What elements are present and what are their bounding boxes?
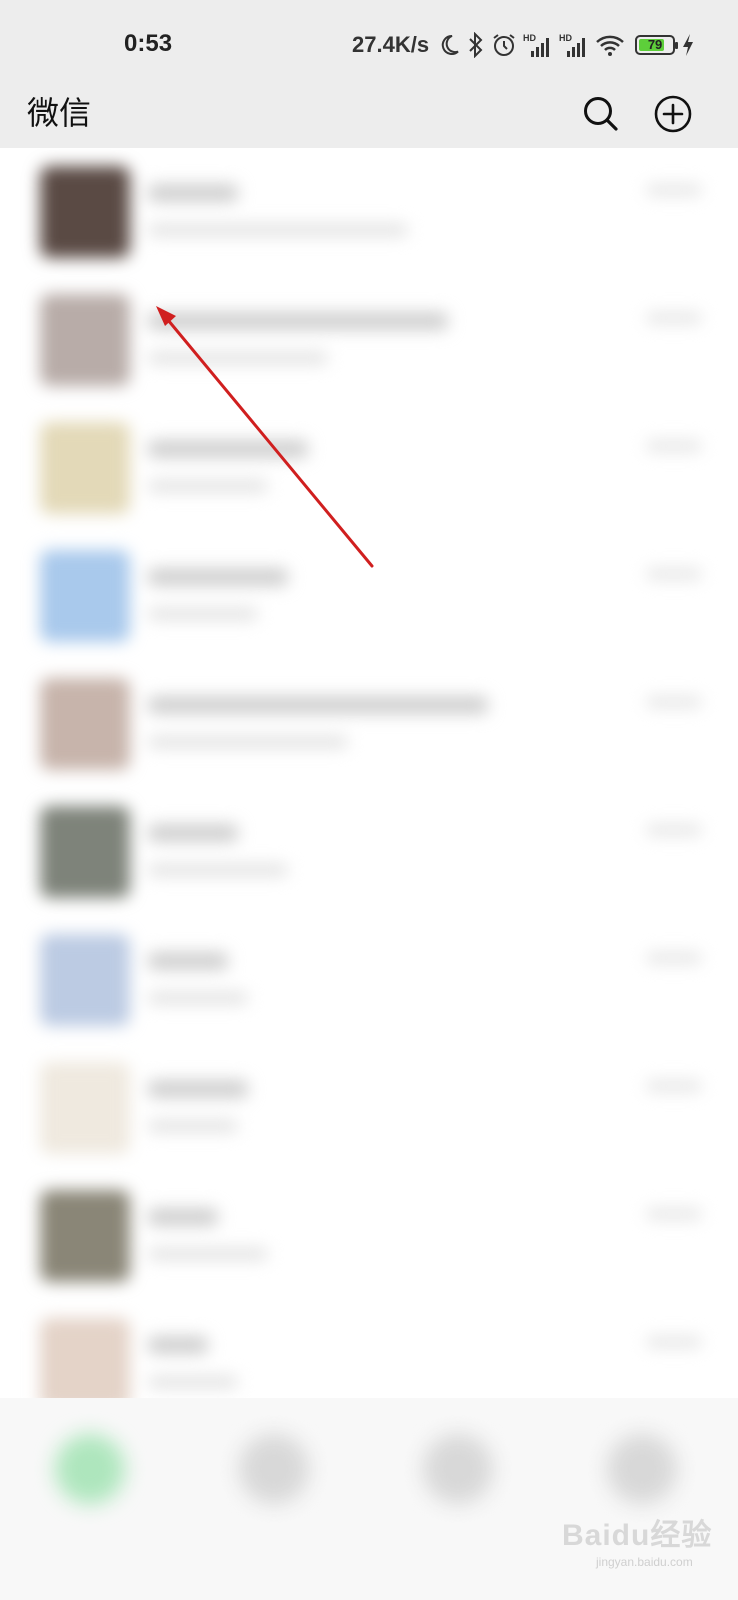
- hd-signal-icon: HD: [559, 32, 589, 58]
- tab-chats[interactable]: [55, 1434, 125, 1504]
- chat-row[interactable]: [0, 1044, 738, 1172]
- chat-avatar: [40, 550, 130, 642]
- tab-discover[interactable]: [423, 1434, 493, 1504]
- chat-avatar: [40, 806, 130, 898]
- chat-preview-blurred: [148, 480, 268, 492]
- battery-icon: 79: [635, 35, 679, 55]
- chat-row[interactable]: [0, 148, 738, 276]
- chat-row[interactable]: [0, 532, 738, 660]
- chat-time-blurred: [646, 1336, 702, 1348]
- chat-row[interactable]: [0, 404, 738, 532]
- chat-row[interactable]: [0, 1300, 738, 1398]
- bluetooth-icon: [467, 32, 485, 58]
- chat-time-blurred: [646, 568, 702, 580]
- chat-name-blurred: [148, 1336, 208, 1354]
- chat-row[interactable]: [0, 1172, 738, 1300]
- chat-time-blurred: [646, 824, 702, 836]
- chat-preview-blurred: [148, 224, 408, 236]
- chat-name-blurred: [148, 184, 238, 202]
- chat-name-blurred: [148, 1208, 218, 1226]
- chat-time-blurred: [646, 312, 702, 324]
- watermark: Baidu经验: [562, 1519, 713, 1552]
- chat-name-blurred: [148, 312, 448, 330]
- chat-avatar: [40, 1318, 130, 1398]
- chat-preview-blurred: [148, 1120, 238, 1132]
- tab-me[interactable]: [607, 1434, 677, 1504]
- chat-name-blurred: [148, 440, 308, 458]
- watermark-sub: jingyan.baidu.com: [596, 1555, 693, 1569]
- app-header: 微信: [0, 80, 738, 148]
- chat-name-blurred: [148, 1080, 248, 1098]
- app-title: 微信: [27, 95, 92, 131]
- chat-time-blurred: [646, 952, 702, 964]
- bottom-nav: [0, 1398, 738, 1600]
- chat-name-blurred: [148, 952, 228, 970]
- chat-name-blurred: [148, 824, 238, 842]
- chat-time-blurred: [646, 1080, 702, 1092]
- chat-name-blurred: [148, 696, 488, 714]
- chat-preview-blurred: [148, 352, 328, 364]
- svg-text:HD: HD: [523, 33, 536, 43]
- status-icons: 27.4K/s HD HD 79: [352, 28, 695, 62]
- chat-row[interactable]: [0, 916, 738, 1044]
- chat-avatar: [40, 294, 130, 386]
- chat-avatar: [40, 1190, 130, 1282]
- search-icon: [584, 97, 618, 131]
- wifi-icon: [595, 33, 625, 57]
- plus-circle-icon: [654, 95, 692, 133]
- chat-time-blurred: [646, 184, 702, 196]
- network-speed: 27.4K/s: [352, 32, 430, 57]
- chat-preview-blurred: [148, 736, 348, 748]
- chat-time-blurred: [646, 440, 702, 452]
- status-time: 0:53: [124, 30, 173, 57]
- chat-preview-blurred: [148, 1376, 238, 1388]
- chat-row[interactable]: [0, 788, 738, 916]
- alarm-icon: [491, 32, 517, 58]
- chat-row[interactable]: [0, 660, 738, 788]
- add-button[interactable]: [647, 88, 699, 140]
- chat-time-blurred: [646, 696, 702, 708]
- chat-preview-blurred: [148, 608, 258, 620]
- chat-preview-blurred: [148, 992, 248, 1004]
- chat-list: [0, 148, 738, 1398]
- chat-avatar: [40, 1062, 130, 1154]
- status-bar: 0:53 27.4K/s HD HD 79: [0, 0, 738, 80]
- chat-avatar: [40, 934, 130, 1026]
- chat-avatar: [40, 422, 130, 514]
- chat-time-blurred: [646, 1208, 702, 1220]
- chat-avatar: [40, 166, 130, 258]
- tab-contacts[interactable]: [239, 1434, 309, 1504]
- search-button[interactable]: [575, 88, 627, 140]
- chat-row[interactable]: [0, 276, 738, 404]
- hd-signal-icon: HD: [523, 32, 553, 58]
- chat-name-blurred: [148, 568, 288, 586]
- battery-level: 79: [647, 37, 663, 52]
- moon-icon: [437, 33, 461, 57]
- chat-avatar: [40, 678, 130, 770]
- chat-preview-blurred: [148, 864, 288, 876]
- svg-text:HD: HD: [559, 33, 572, 43]
- charging-icon: [681, 33, 695, 57]
- chat-preview-blurred: [148, 1248, 268, 1260]
